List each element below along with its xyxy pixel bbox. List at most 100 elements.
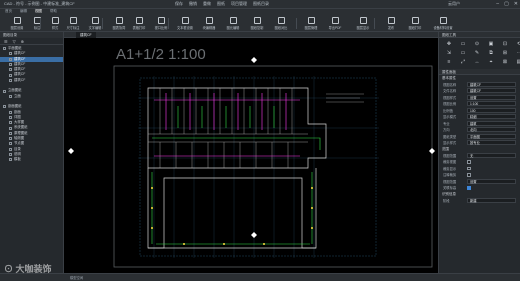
ribbon-button-8[interactable]: 文本框设置	[174, 16, 196, 31]
prop-row[interactable]: 图纸类型 平面图	[439, 133, 520, 140]
prop-row[interactable]: 显示模式 精细	[439, 114, 520, 121]
prop-value[interactable]: 无	[467, 152, 516, 158]
ribbon-button-11[interactable]: 图纸复制	[246, 16, 268, 31]
tool-icon-0[interactable]: ✥	[443, 41, 455, 48]
qa-drawing[interactable]: 图纸	[217, 1, 225, 7]
checkbox[interactable]	[467, 166, 471, 170]
qa-project[interactable]: 项目管理	[231, 1, 247, 7]
checkbox-icon[interactable]	[9, 57, 12, 61]
ribbon-button-12[interactable]: 图纸对比	[270, 16, 292, 31]
prop-value[interactable]: 建筑	[467, 120, 516, 126]
prop-key: 图纸类型	[443, 134, 457, 139]
user-name[interactable]: 云用户	[448, 1, 460, 7]
prop-row[interactable]: 比例值 100	[439, 107, 520, 114]
ribbon-button-5[interactable]: 图表协同	[108, 16, 130, 31]
prop-value[interactable]: 北向	[467, 127, 516, 133]
checkbox-icon[interactable]	[3, 47, 6, 51]
minimize-icon[interactable]: –	[496, 1, 499, 7]
ribbon-button-18[interactable]: 设备材料设置	[432, 16, 454, 31]
checkbox[interactable]	[467, 160, 471, 164]
ribbon-button-6[interactable]: 表格打印	[128, 16, 150, 31]
tool-icon-9[interactable]: ⧉	[485, 50, 497, 57]
checkbox-icon[interactable]	[9, 137, 12, 141]
checkbox-icon[interactable]	[9, 52, 12, 56]
checkbox-icon[interactable]	[9, 94, 12, 98]
checkbox-icon[interactable]	[9, 131, 12, 135]
checkbox-icon[interactable]	[9, 158, 12, 162]
prop-value[interactable]: 设置	[467, 178, 516, 184]
checkbox-icon[interactable]	[9, 142, 12, 146]
tool-icon-2[interactable]: ⊙	[471, 41, 483, 48]
tool-icon-17[interactable]: ▤	[513, 59, 520, 66]
ribbon-button-0[interactable]: 图层设置	[6, 16, 28, 31]
tool-icon-4[interactable]: ⊡	[499, 41, 511, 48]
checkbox-icon[interactable]	[9, 121, 12, 125]
checkbox-icon[interactable]	[9, 110, 12, 114]
checkbox-icon[interactable]	[9, 78, 12, 82]
tool-icon-13[interactable]: ⤢	[457, 59, 469, 66]
checkbox-icon[interactable]	[3, 105, 6, 109]
tool-icon-6[interactable]: ⇲	[443, 50, 455, 57]
prop-value[interactable]: 100	[467, 107, 516, 113]
tool-icon-15[interactable]: ⌖	[485, 59, 497, 66]
checkbox-icon[interactable]	[9, 73, 12, 77]
checkbox[interactable]	[467, 173, 471, 177]
prop-value[interactable]: 1:100	[467, 101, 516, 107]
qa-undo[interactable]: 撤销	[189, 1, 197, 7]
list-icon[interactable]: ☰	[4, 39, 8, 44]
close-icon[interactable]: ✕	[514, 1, 518, 7]
ribbon-button-15[interactable]: 图层显示	[352, 16, 374, 31]
prop-row[interactable]: 显示样式 按专业	[439, 140, 520, 147]
prop-row[interactable]: 视图范围 设置	[439, 178, 520, 185]
tool-icon-3[interactable]: ▣	[485, 41, 497, 48]
prop-row[interactable]: 专业 建筑	[439, 120, 520, 127]
tree-item[interactable]: 模板	[0, 157, 63, 162]
prop-row[interactable]: 视图名称 建筑CF	[439, 81, 520, 88]
prop-value[interactable]: 平面图	[467, 133, 516, 139]
prop-row[interactable]: 文件名称 建筑CF	[439, 88, 520, 95]
prop-value[interactable]: 设置	[467, 94, 516, 100]
checkbox-icon[interactable]	[9, 63, 12, 67]
prop-value[interactable]: 新建	[467, 197, 516, 203]
prop-value[interactable]: 按专业	[467, 140, 516, 146]
prop-value[interactable]: 建筑CF	[467, 81, 516, 87]
prop-row[interactable]: 方向 北向	[439, 127, 520, 134]
qa-catalog[interactable]: 图纸目录	[253, 1, 269, 7]
ribbon-button-9[interactable]: 块编辑器	[198, 16, 220, 31]
checkbox-icon[interactable]	[9, 116, 12, 119]
tool-icon-1[interactable]: ▭	[457, 41, 469, 48]
tool-icon-7[interactable]: ▭	[457, 50, 469, 57]
tool-icon-5[interactable]: ⟲	[513, 41, 520, 48]
prop-row[interactable]: 视图范围 无	[439, 152, 520, 159]
ribbon-button-16[interactable]: 发布	[380, 16, 402, 31]
tool-icon-10[interactable]: ⊞	[499, 50, 511, 57]
ribbon-button-10[interactable]: 图元编辑	[222, 16, 244, 31]
ribbon-button-14[interactable]: 导出PDF	[324, 16, 346, 31]
checkbox-icon[interactable]	[3, 89, 6, 93]
prop-row-phase[interactable]: 阶段 新建	[439, 197, 520, 204]
ribbon-button-13[interactable]: 图层管理	[300, 16, 322, 31]
tool-icon-16[interactable]: ⊠	[499, 59, 511, 66]
ribbon-button-17[interactable]: 图纸打印	[404, 16, 426, 31]
tool-icon-11[interactable]: ⋯	[513, 50, 520, 57]
checkbox-icon[interactable]	[9, 68, 12, 72]
maximize-icon[interactable]: ▢	[504, 1, 509, 7]
checkbox-icon[interactable]	[9, 147, 12, 151]
ribbon-tool-icon	[13, 17, 21, 24]
tool-icon-14[interactable]: ↔	[471, 59, 483, 66]
prop-row[interactable]: 视图比例 1:100	[439, 101, 520, 108]
tool-icon-8[interactable]: ✎	[471, 50, 483, 57]
checkbox[interactable]	[467, 186, 471, 190]
ribbon-button-3[interactable]: 尺寸标注	[62, 16, 84, 31]
qa-redo[interactable]: 重做	[203, 1, 211, 7]
checkbox-icon[interactable]	[9, 126, 12, 130]
add-icon[interactable]: ⊕	[21, 39, 24, 44]
qa-save[interactable]: 保存	[175, 1, 183, 7]
prop-value[interactable]: 建筑CF	[467, 88, 516, 94]
prop-row[interactable]: 视图样式 设置	[439, 94, 520, 101]
drawing-canvas[interactable]: A1+1/2 1:100	[64, 38, 438, 273]
checkbox-icon[interactable]	[9, 153, 12, 157]
prop-value[interactable]: 精细	[467, 114, 516, 120]
tool-icon-12[interactable]: ≡	[443, 59, 455, 66]
filter-icon[interactable]: ▽	[13, 39, 16, 44]
